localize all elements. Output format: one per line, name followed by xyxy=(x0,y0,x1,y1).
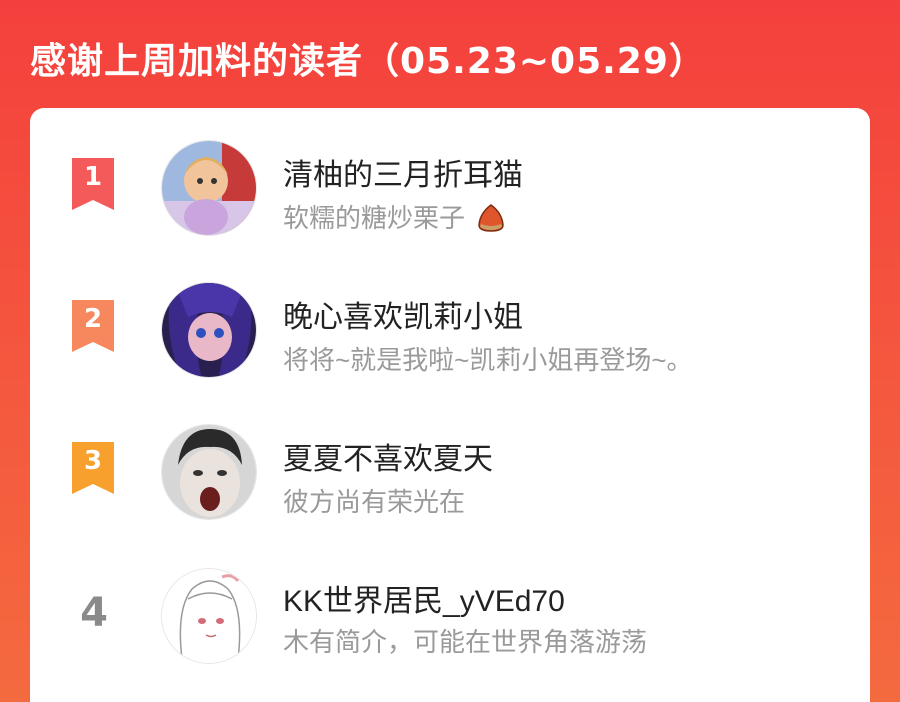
rank-number: 2 xyxy=(83,304,103,334)
reader-bio: 木有简介，可能在世界角落游荡 xyxy=(283,627,648,657)
rank-2-badge-icon: 2 xyxy=(70,300,116,354)
rank-1-badge-icon: 1 xyxy=(70,158,116,212)
rank-number: 1 xyxy=(83,162,103,192)
list-item[interactable]: 3 夏夏不喜欢夏天 彼方尚有荣光在 xyxy=(30,424,870,554)
avatar[interactable] xyxy=(161,568,257,664)
list-item[interactable]: 4 KK世界居民_yVEd70 木有简介，可能在世界角落游荡 xyxy=(30,568,870,698)
avatar[interactable] xyxy=(161,424,257,520)
rank-3-badge-icon: 3 xyxy=(70,442,116,496)
reader-name[interactable]: KK世界居民_yVEd70 xyxy=(283,576,565,620)
list-item[interactable]: 2 晚心喜欢凯莉小姐 将将~就是我啦~凯莉小姐再登场~。 xyxy=(30,282,870,412)
page-title: 感谢上周加料的读者（05.23~05.29） xyxy=(30,41,706,82)
avatar[interactable] xyxy=(161,282,257,378)
reader-bio: 将将~就是我啦~凯莉小姐再登场~。 xyxy=(283,345,693,375)
reader-bio: 彼方尚有荣光在 xyxy=(283,487,466,517)
reader-bio: 软糯的糖炒栗子 xyxy=(283,198,506,240)
chestnut-icon xyxy=(476,203,506,240)
rank-number: 4 xyxy=(80,590,108,636)
reader-name[interactable]: 清柚的三月折耳猫 xyxy=(283,150,523,194)
list-item[interactable]: 1 清柚的三月折耳猫 软糯的糖炒栗子 xyxy=(30,140,870,270)
reader-name[interactable]: 夏夏不喜欢夏天 xyxy=(283,434,493,478)
avatar[interactable] xyxy=(161,140,257,236)
reader-name[interactable]: 晚心喜欢凯莉小姐 xyxy=(283,292,523,336)
rank-number: 3 xyxy=(83,446,103,476)
reader-list-card: 1 清柚的三月折耳猫 软糯的糖炒栗子 2 晚心喜欢凯莉小姐 将将~就是我啦~凯莉… xyxy=(30,108,870,702)
